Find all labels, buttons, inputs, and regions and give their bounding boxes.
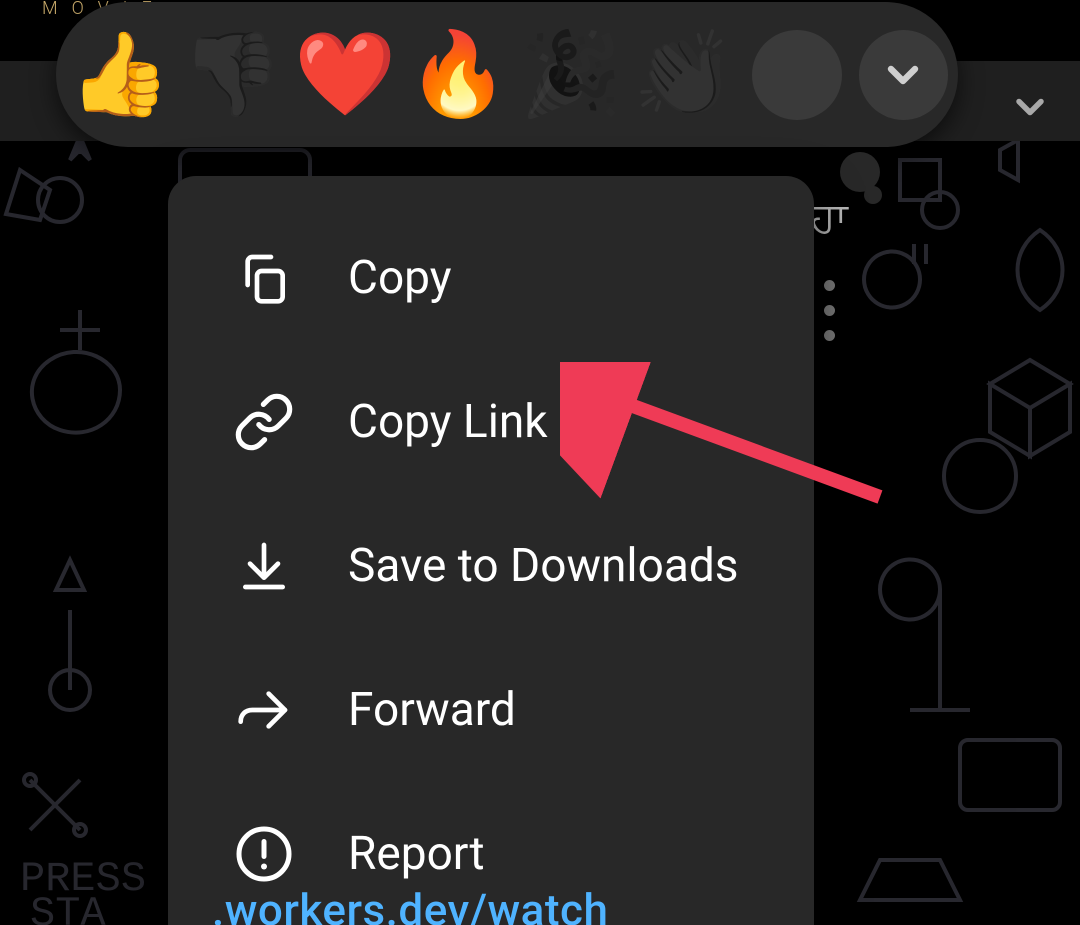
message-more-icon[interactable] xyxy=(824,280,835,341)
reaction-clap[interactable]: 👏 xyxy=(631,21,738,129)
menu-item-label: Report xyxy=(348,827,485,881)
more-reactions-button[interactable] xyxy=(859,30,948,120)
menu-item-label: Save to Downloads xyxy=(348,539,739,593)
reaction-thumbs-up[interactable]: 👍 xyxy=(66,21,173,129)
menu-item-copy[interactable]: Copy xyxy=(168,206,814,350)
download-icon xyxy=(224,538,304,594)
link-icon xyxy=(224,391,304,453)
menu-item-label: Copy Link xyxy=(348,395,548,449)
chevron-down-icon xyxy=(879,51,927,99)
alert-icon xyxy=(224,824,304,884)
reactions-bar: 👍 👎 ❤️ 🔥 🎉 👏 xyxy=(56,2,958,147)
menu-item-save-downloads[interactable]: Save to Downloads xyxy=(168,494,814,638)
reaction-party[interactable]: 🎉 xyxy=(518,21,625,129)
reaction-placeholder[interactable] xyxy=(744,21,851,129)
menu-item-forward[interactable]: Forward xyxy=(168,638,814,782)
menu-item-copy-link[interactable]: Copy Link xyxy=(168,350,814,494)
reaction-fire[interactable]: 🔥 xyxy=(405,21,512,129)
menu-item-label: Copy xyxy=(348,251,452,305)
svg-text:STA: STA xyxy=(30,890,106,925)
copy-icon xyxy=(224,250,304,306)
message-context-menu: Copy Copy Link Save to Downloads Forward… xyxy=(168,176,814,925)
chevron-down-icon[interactable] xyxy=(1008,85,1052,133)
reaction-thumbs-down[interactable]: 👎 xyxy=(179,21,286,129)
chat-link-snippet[interactable]: .workers.dev/watch xyxy=(212,884,608,925)
forward-icon xyxy=(224,682,304,738)
background-chat-glyph: ਹਾ xyxy=(810,194,848,243)
menu-item-label: Forward xyxy=(348,683,516,737)
reaction-heart[interactable]: ❤️ xyxy=(292,21,399,129)
